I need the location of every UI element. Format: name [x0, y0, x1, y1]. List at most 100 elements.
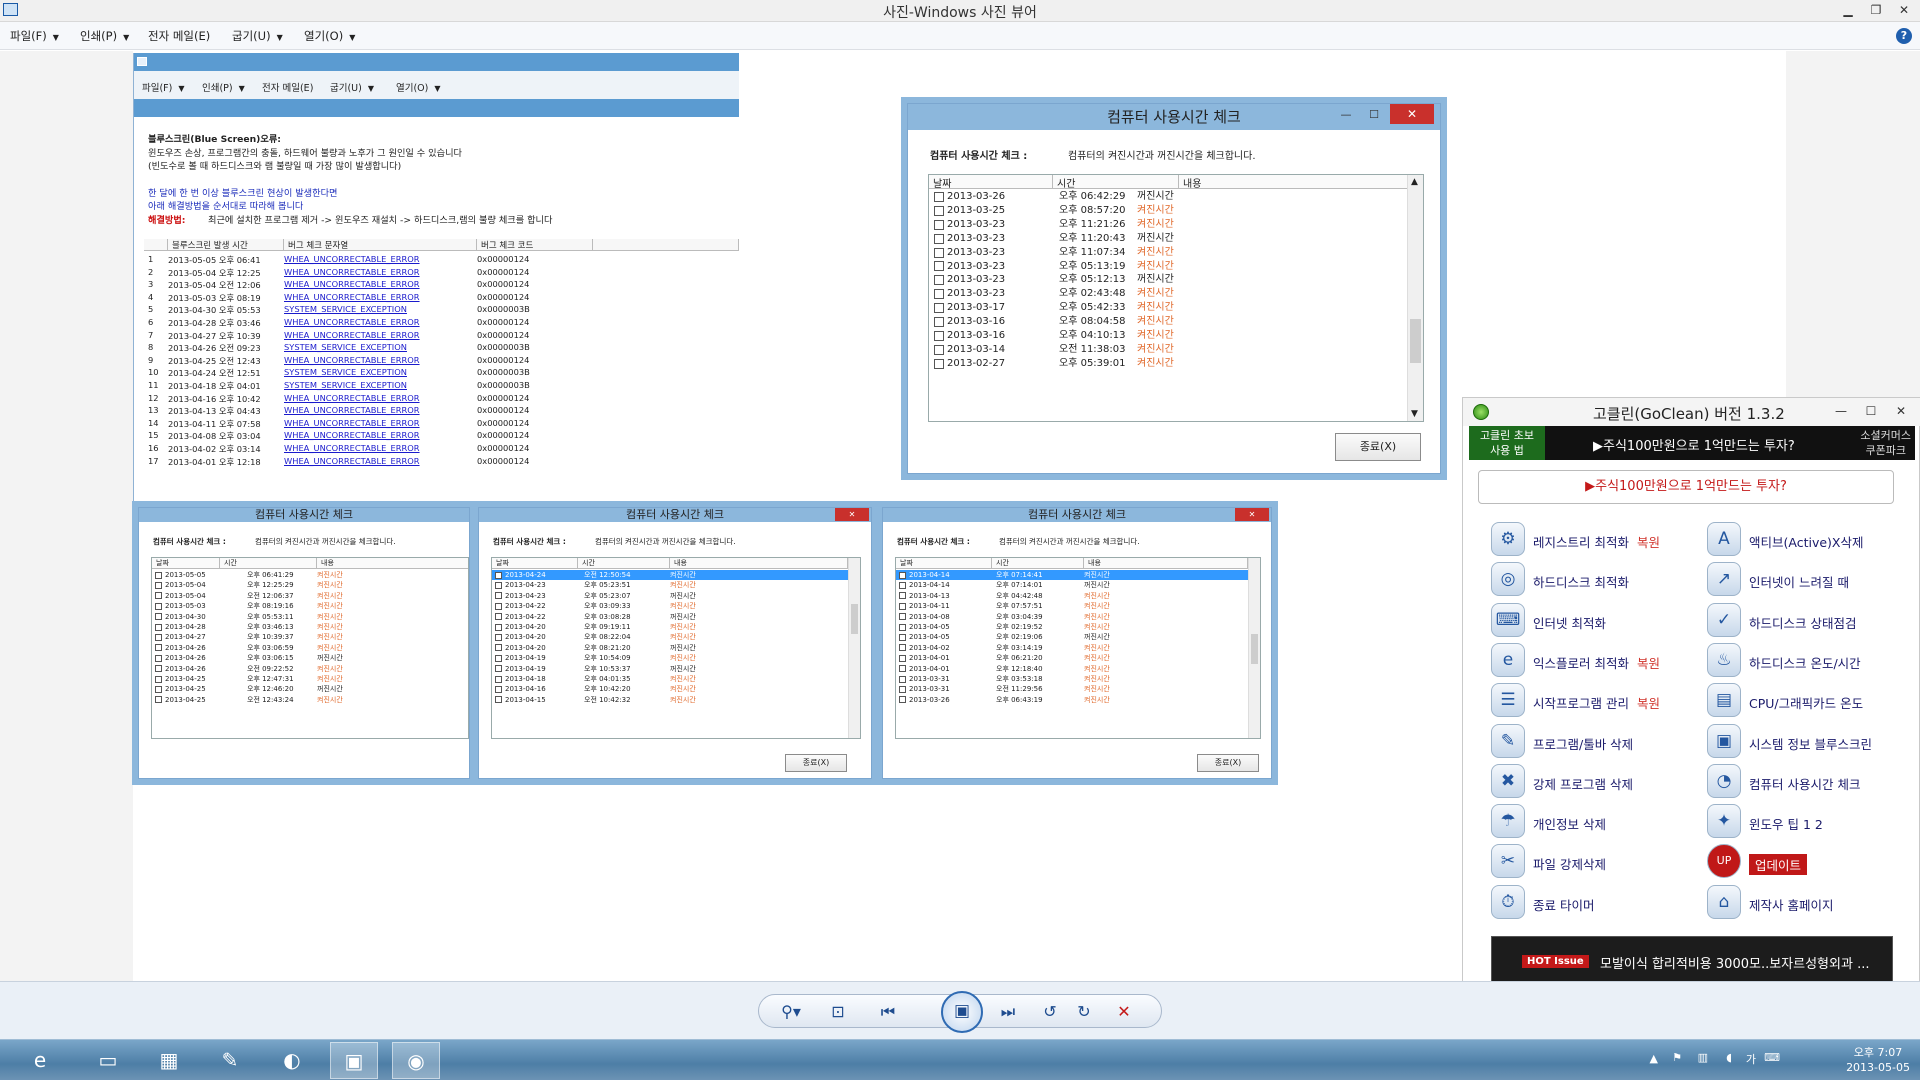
- log-row[interactable]: 2013-04-11 오후 07:57:51 켜진시간: [896, 601, 1248, 611]
- flag-icon[interactable]: ⚑: [1672, 1051, 1682, 1064]
- log-row[interactable]: 2013-03-26 오후 06:43:19 켜진시간: [896, 695, 1248, 705]
- row-checkbox[interactable]: [899, 675, 906, 683]
- log-row[interactable]: 2013-04-05 오후 02:19:06 꺼진시간: [896, 632, 1248, 642]
- zoom-icon[interactable]: ⚲▾: [773, 1001, 809, 1023]
- log-row[interactable]: 2013-04-14 오후 07:14:01 꺼진시간: [896, 580, 1248, 590]
- row-checkbox[interactable]: [899, 696, 906, 704]
- dialog-maximize-button[interactable]: ☐: [1364, 104, 1384, 126]
- dialog-close-button[interactable]: ✕: [1390, 104, 1434, 124]
- bs-cell-string[interactable]: SYSTEM_SERVICE_EXCEPTION: [284, 342, 407, 352]
- row-checkbox[interactable]: [899, 644, 906, 652]
- row-checkbox[interactable]: [899, 665, 906, 673]
- log-row[interactable]: 2013-05-03 오후 08:19:16 켜진시간: [152, 601, 468, 611]
- bs-cell-string[interactable]: WHEA_UNCORRECTABLE_ERROR: [284, 405, 420, 415]
- menu-file[interactable]: 파일(F) ▼: [10, 28, 59, 44]
- row-checkbox[interactable]: [495, 686, 502, 694]
- log-scrollbar[interactable]: ▲ ▼: [1407, 175, 1423, 421]
- dialog-b-exit-button[interactable]: 종료(X): [785, 754, 847, 772]
- slideshow-button[interactable]: ▣: [941, 991, 983, 1033]
- photo-viewer-taskbar-icon[interactable]: ▣: [330, 1042, 378, 1079]
- row-checkbox[interactable]: [495, 675, 502, 683]
- explorer-taskbar-icon[interactable]: ▭: [84, 1042, 132, 1079]
- row-checkbox[interactable]: [934, 289, 944, 300]
- log-row[interactable]: 2013-04-08 오후 03:04:39 켜진시간: [896, 612, 1248, 622]
- row-checkbox[interactable]: [155, 654, 162, 662]
- row-checkbox[interactable]: [934, 303, 944, 314]
- log-row[interactable]: 2013-03-25 오후 08:57:20 켜진시간: [929, 204, 1407, 218]
- row-checkbox[interactable]: [899, 686, 906, 694]
- bs-cell-string[interactable]: WHEA_UNCORRECTABLE_ERROR: [284, 267, 420, 277]
- row-checkbox[interactable]: [495, 602, 502, 610]
- row-checkbox[interactable]: [899, 654, 906, 662]
- bs-cell-string[interactable]: SYSTEM_SERVICE_EXCEPTION: [284, 380, 407, 390]
- paint-taskbar-icon[interactable]: ◐: [268, 1042, 316, 1079]
- bs-cell-string[interactable]: WHEA_UNCORRECTABLE_ERROR: [284, 292, 420, 302]
- bs-cell-string[interactable]: WHEA_UNCORRECTABLE_ERROR: [284, 330, 420, 340]
- dialog-c-close-button[interactable]: ✕: [1235, 508, 1269, 521]
- row-checkbox[interactable]: [934, 317, 944, 328]
- log-row[interactable]: 2013-04-23 오후 05:23:51 켜진시간: [492, 580, 848, 590]
- log-listview[interactable]: 날짜 시간 내용 2013-03-26 오후 06:42:29 꺼진시간 2013-0…: [928, 174, 1424, 422]
- bs-cell-string[interactable]: WHEA_UNCORRECTABLE_ERROR: [284, 355, 420, 365]
- row-checkbox[interactable]: [899, 592, 906, 600]
- previous-icon[interactable]: ⏮: [875, 1001, 901, 1023]
- bs-cell-string[interactable]: WHEA_UNCORRECTABLE_ERROR: [284, 456, 420, 466]
- bs-cell-string[interactable]: WHEA_UNCORRECTABLE_ERROR: [284, 443, 420, 453]
- log-row[interactable]: 2013-04-26 오후 03:06:59 켜진시간: [152, 643, 468, 653]
- log-row[interactable]: 2013-04-16 오후 10:42:20 켜진시간: [492, 684, 848, 694]
- dialog-c-listview[interactable]: 날짜 시간 내용 2013-04-14 오후 07:14:41 켜진시간 2013-0…: [895, 557, 1261, 739]
- log-row[interactable]: 2013-04-27 오후 10:39:37 켜진시간: [152, 632, 468, 642]
- tray-expand-icon[interactable]: ▲: [1650, 1052, 1658, 1065]
- log-row[interactable]: 2013-04-26 오전 09:22:52 켜진시간: [152, 664, 468, 674]
- dialog-c-exit-button[interactable]: 종료(X): [1197, 754, 1259, 772]
- dialog-b-close-button[interactable]: ✕: [835, 508, 869, 521]
- dialog-b-scrollbar[interactable]: [848, 558, 860, 738]
- log-row[interactable]: 2013-03-23 오후 11:20:43 꺼진시간: [929, 232, 1407, 246]
- exit-button[interactable]: 종료(X): [1335, 433, 1421, 461]
- row-checkbox[interactable]: [934, 344, 944, 355]
- row-checkbox[interactable]: [495, 665, 502, 673]
- log-row[interactable]: 2013-04-22 오후 03:08:28 꺼진시간: [492, 612, 848, 622]
- row-checkbox[interactable]: [155, 644, 162, 652]
- log-row[interactable]: 2013-04-20 오후 09:19:11 켜진시간: [492, 622, 848, 632]
- goclean-maximize-button[interactable]: ☐: [1857, 401, 1885, 423]
- log-row[interactable]: 2013-04-19 오후 10:54:09 켜진시간: [492, 653, 848, 663]
- row-checkbox[interactable]: [155, 675, 162, 683]
- row-checkbox[interactable]: [155, 582, 162, 590]
- bs-cell-string[interactable]: WHEA_UNCORRECTABLE_ERROR: [284, 317, 420, 327]
- log-row[interactable]: 2013-03-31 오전 11:29:56 켜진시간: [896, 684, 1248, 694]
- log-row[interactable]: 2013-04-01 오후 12:18:40 켜진시간: [896, 664, 1248, 674]
- menu-print[interactable]: 인쇄(P) ▼: [80, 28, 129, 44]
- row-checkbox[interactable]: [495, 582, 502, 590]
- row-checkbox[interactable]: [495, 592, 502, 600]
- row-checkbox[interactable]: [155, 613, 162, 621]
- close-button[interactable]: ✕: [1890, 0, 1918, 22]
- restore-link[interactable]: 복원: [1637, 696, 1660, 711]
- row-checkbox[interactable]: [155, 696, 162, 704]
- log-row[interactable]: 2013-04-25 오전 12:43:24 켜진시간: [152, 695, 468, 705]
- row-checkbox[interactable]: [155, 602, 162, 610]
- calculator-taskbar-icon[interactable]: ▦: [145, 1042, 193, 1079]
- coupon-link[interactable]: 소셜커머스 쿠폰파크: [1860, 428, 1911, 458]
- row-checkbox[interactable]: [934, 261, 944, 272]
- log-row[interactable]: 2013-04-30 오후 05:53:11 켜진시간: [152, 612, 468, 622]
- log-row[interactable]: 2013-04-01 오후 06:21:20 켜진시간: [896, 653, 1248, 663]
- row-checkbox[interactable]: [934, 233, 944, 244]
- row-checkbox[interactable]: [495, 696, 502, 704]
- menu-open[interactable]: 열기(O) ▼: [304, 28, 355, 44]
- banner-ad-link[interactable]: ▶주식100만원으로 1억만드는 투자?: [1593, 435, 1795, 454]
- restore-link[interactable]: 복원: [1637, 535, 1660, 550]
- row-checkbox[interactable]: [495, 613, 502, 621]
- log-row[interactable]: 2013-04-26 오후 03:06:15 꺼진시간: [152, 653, 468, 663]
- log-row[interactable]: 2013-04-15 오전 10:42:32 켜진시간: [492, 695, 848, 705]
- log-row[interactable]: 2013-04-22 오후 03:09:33 켜진시간: [492, 601, 848, 611]
- log-row[interactable]: 2013-04-18 오후 04:01:35 켜진시간: [492, 674, 848, 684]
- row-checkbox[interactable]: [155, 686, 162, 694]
- volume-icon[interactable]: ◖: [1726, 1051, 1732, 1064]
- log-row[interactable]: 2013-03-14 오전 11:38:03 켜진시간: [929, 343, 1407, 357]
- row-checkbox[interactable]: [155, 592, 162, 600]
- bs-cell-string[interactable]: SYSTEM_SERVICE_EXCEPTION: [284, 367, 407, 377]
- goclean-minimize-button[interactable]: —: [1827, 401, 1855, 423]
- help-icon[interactable]: ?: [1896, 28, 1912, 44]
- row-checkbox[interactable]: [934, 330, 944, 341]
